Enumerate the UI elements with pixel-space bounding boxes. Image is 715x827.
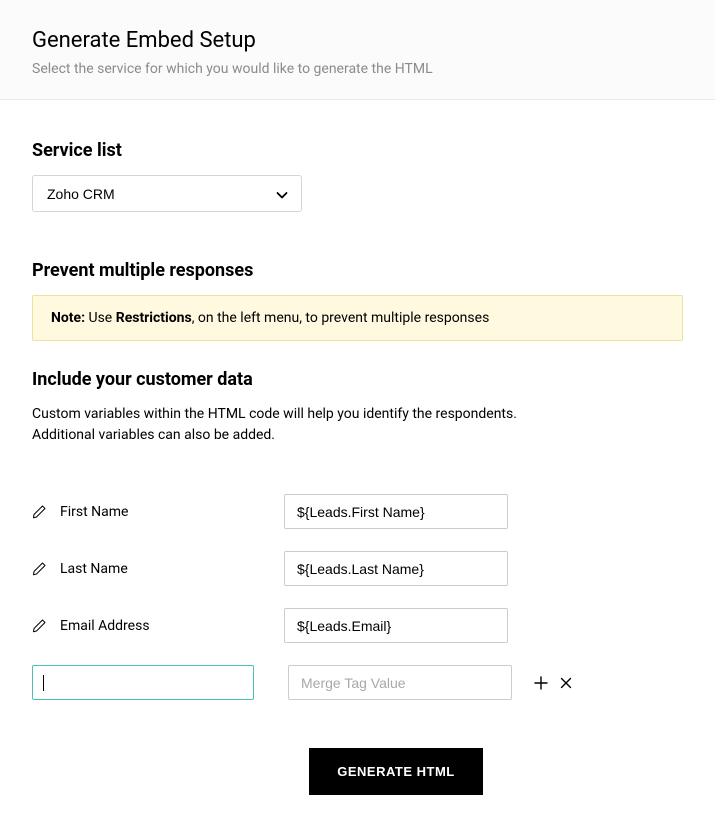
service-select[interactable]: Zoho CRM	[32, 175, 302, 212]
variable-row: First Name	[32, 494, 683, 529]
note-restrictions: Restrictions	[116, 310, 192, 326]
generate-html-button[interactable]: GENERATE HTML	[309, 748, 482, 795]
edit-icon-col	[32, 505, 60, 519]
edit-icon-col	[32, 619, 60, 633]
plus-icon[interactable]	[534, 676, 548, 690]
variable-value-input[interactable]	[284, 608, 508, 643]
close-icon[interactable]	[560, 677, 572, 689]
variable-rows: First Name Last Name Email Address	[32, 494, 683, 700]
note-label: Note:	[51, 310, 85, 326]
variable-label: Last Name	[60, 561, 284, 577]
service-select-wrapper: Zoho CRM	[32, 175, 302, 212]
generate-button-row: GENERATE HTML	[284, 748, 508, 795]
note-box: Note: Use Restrictions, on the left menu…	[32, 295, 683, 341]
variable-row: Last Name	[32, 551, 683, 586]
pencil-icon[interactable]	[32, 619, 46, 633]
customer-data-heading: Include your customer data	[32, 369, 683, 390]
pencil-icon[interactable]	[32, 505, 46, 519]
pencil-icon[interactable]	[32, 562, 46, 576]
note-text-1: Use	[85, 310, 116, 326]
customer-data-description: Custom variables within the HTML code wi…	[32, 404, 542, 446]
variable-row: Email Address	[32, 608, 683, 643]
action-icons	[534, 676, 572, 690]
note-text-2: , on the left menu, to prevent multiple …	[192, 310, 490, 326]
variable-label: First Name	[60, 504, 284, 520]
variable-value-input[interactable]	[284, 494, 508, 529]
variable-label: Email Address	[60, 618, 284, 634]
prevent-multiple-heading: Prevent multiple responses	[32, 260, 683, 281]
service-list-heading: Service list	[32, 140, 683, 161]
text-cursor	[43, 675, 44, 691]
page-subtitle: Select the service for which you would l…	[32, 61, 683, 77]
header-section: Generate Embed Setup Select the service …	[0, 0, 715, 100]
new-variable-name-input[interactable]	[32, 665, 254, 700]
edit-icon-col	[32, 562, 60, 576]
merge-tag-value-input[interactable]	[288, 665, 512, 700]
page-title: Generate Embed Setup	[32, 28, 683, 53]
content-section: Service list Zoho CRM Prevent multiple r…	[0, 100, 715, 827]
new-variable-row	[32, 665, 683, 700]
variable-value-input[interactable]	[284, 551, 508, 586]
